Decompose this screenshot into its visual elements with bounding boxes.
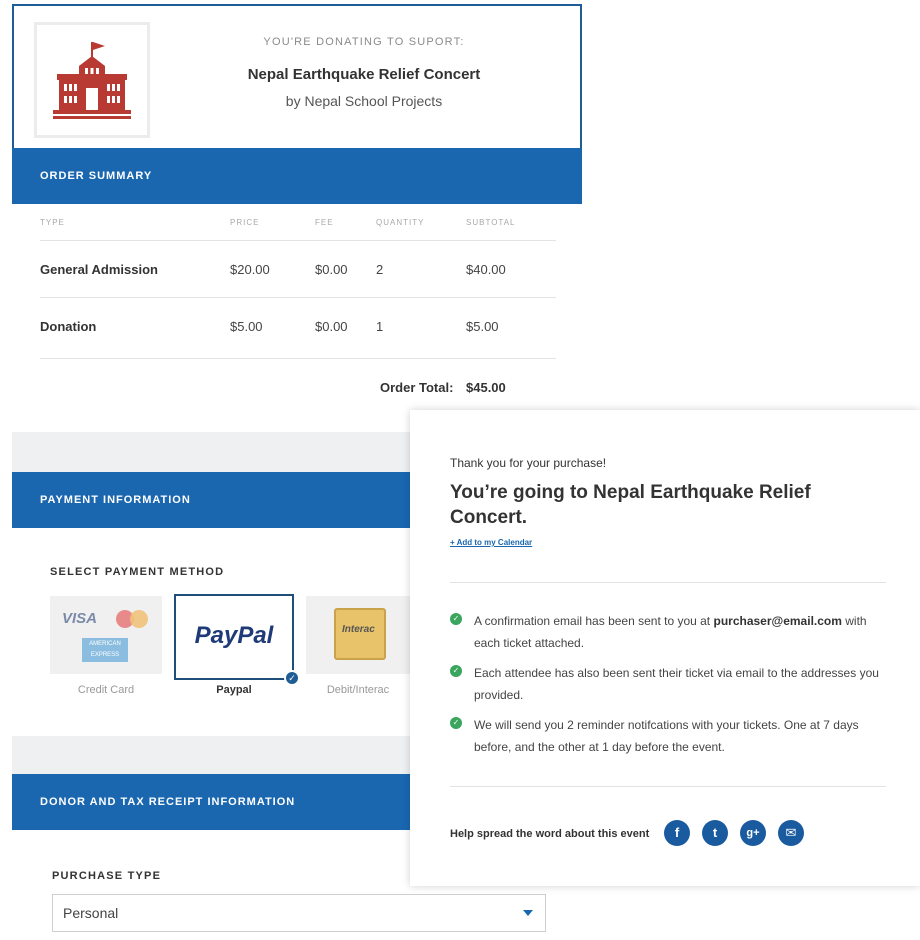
row-price: $20.00	[230, 262, 270, 277]
support-kicker: YOU'RE DONATING TO SUPORT:	[263, 36, 465, 48]
share-prompt: Help spread the word about this event	[450, 828, 650, 840]
school-building-icon	[53, 42, 131, 119]
organizer-name: by Nepal School Projects	[285, 93, 443, 109]
google-plus-icon[interactable]: g+	[740, 820, 766, 846]
divider	[450, 786, 886, 787]
event-name: Nepal Earthquake Relief Concert	[247, 66, 481, 83]
order-summary-table: TYPE PRICE FEE QUANTITY SUBTOTAL General…	[12, 204, 582, 432]
interac-logo: Interac	[334, 608, 386, 660]
order-total-label: Order Total:	[380, 380, 454, 395]
column-header-price: PRICE	[230, 218, 260, 227]
purchase-type-value: Personal	[63, 905, 119, 921]
order-summary-header: ORDER SUMMARY	[12, 148, 582, 204]
row-fee: $0.00	[315, 319, 348, 334]
column-header-type: TYPE	[40, 218, 65, 227]
add-to-calendar-link[interactable]: + Add to my Calendar	[450, 538, 532, 547]
order-total-value: $45.00	[466, 380, 506, 395]
row-subtotal: $5.00	[466, 319, 499, 334]
list-item: ✓ A confirmation email has been sent to …	[450, 610, 890, 654]
facebook-icon[interactable]: f	[664, 820, 690, 846]
payment-method-paypal[interactable]: PayPal ✓	[174, 594, 300, 686]
amex-logo: AMERICAN EXPRESS	[82, 638, 128, 662]
confirmation-headline: You’re going to Nepal Earthquake Relief …	[450, 482, 811, 528]
column-header-quantity: QUANTITY	[376, 218, 425, 227]
row-type: Donation	[40, 319, 97, 334]
select-payment-method-label: SELECT PAYMENT METHOD	[50, 566, 225, 578]
list-item: ✓ Each attendee has also been sent their…	[450, 662, 890, 706]
payment-method-credit-card[interactable]: VISA AMERICAN EXPRESS	[50, 596, 162, 674]
purchaser-email: purchaser@email.com	[713, 614, 842, 628]
twitter-icon[interactable]: t	[702, 820, 728, 846]
organization-logo	[34, 22, 150, 138]
divider	[40, 358, 556, 359]
column-header-fee: FEE	[315, 218, 334, 227]
row-type: General Admission	[40, 262, 158, 277]
row-subtotal: $40.00	[466, 262, 506, 277]
list-item: ✓ We will send you 2 reminder notifcatio…	[450, 714, 890, 758]
payment-method-label-interac: Debit/Interac	[326, 684, 390, 696]
interac-logo-text: Interac	[342, 624, 375, 635]
divider	[40, 240, 556, 241]
confirmation-email-note: A confirmation email has been sent to yo…	[474, 614, 867, 650]
attendee-tickets-note: Each attendee has also been sent their t…	[474, 666, 879, 702]
check-circle-icon: ✓	[450, 717, 462, 729]
payment-method-interac[interactable]: Interac	[306, 596, 410, 674]
purchase-type-select[interactable]: Personal	[52, 894, 546, 932]
visa-logo: VISA	[62, 610, 98, 627]
row-price: $5.00	[230, 319, 263, 334]
email-share-icon[interactable]: ✉	[778, 820, 804, 846]
purchase-type-label: PURCHASE TYPE	[52, 870, 162, 882]
row-fee: $0.00	[315, 262, 348, 277]
column-header-subtotal: SUBTOTAL	[466, 218, 516, 227]
support-banner: YOU'RE DONATING TO SUPORT: Nepal Earthqu…	[12, 4, 582, 150]
confirmation-card: Thank you for your purchase! You’re goin…	[410, 410, 920, 886]
divider	[450, 582, 886, 583]
mastercard-icon	[116, 610, 150, 628]
check-circle-icon: ✓	[450, 613, 462, 625]
paypal-logo: PayPal	[194, 622, 274, 649]
chevron-down-icon	[523, 910, 533, 916]
payment-method-label-paypal: Paypal	[216, 684, 252, 696]
check-circle-icon: ✓	[450, 665, 462, 677]
thank-you-message: Thank you for your purchase!	[450, 456, 607, 470]
payment-method-label-credit-card: Credit Card	[77, 684, 135, 696]
reminder-note: We will send you 2 reminder notifcations…	[474, 718, 859, 754]
divider	[40, 297, 556, 298]
row-quantity: 1	[376, 319, 384, 334]
support-text: YOU'RE DONATING TO SUPORT: Nepal Earthqu…	[164, 36, 564, 109]
row-quantity: 2	[376, 262, 384, 277]
